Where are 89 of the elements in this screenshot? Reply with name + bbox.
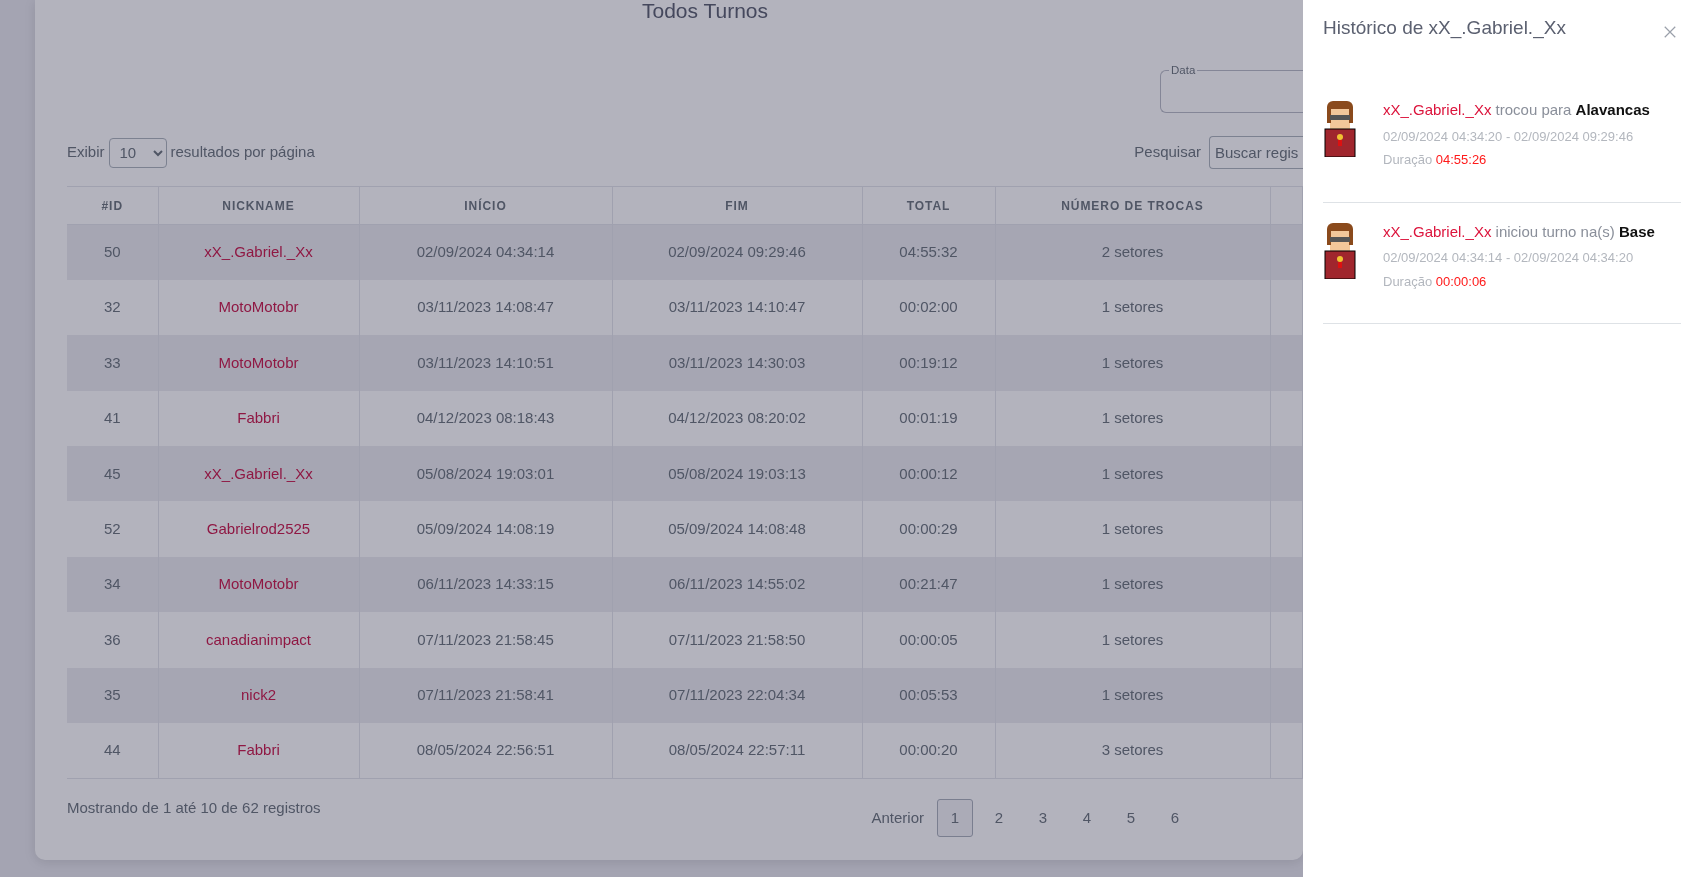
table-cell: 1 setores bbox=[1101, 409, 1164, 427]
nickname-link[interactable]: Fabbri bbox=[237, 741, 280, 759]
nickname-link[interactable]: xX_.Gabriel._Xx bbox=[204, 464, 313, 482]
table-cell: 03/11/2023 14:10:47 bbox=[668, 298, 806, 316]
nickname-link[interactable]: MotoMotobr bbox=[218, 575, 299, 593]
table-cell: 33 bbox=[103, 353, 121, 371]
table-cell: 07/11/2023 21:58:50 bbox=[668, 630, 806, 648]
table-cell: 05/08/2024 19:03:13 bbox=[668, 464, 806, 482]
period-text: 02/09/2024 04:34:20 - 02/09/2024 09:29:46 bbox=[1383, 127, 1635, 146]
table-cell: 44 bbox=[103, 741, 121, 759]
records-info: Mostrando de 1 até 10 de 62 registros bbox=[67, 797, 321, 818]
per-page-label: resultados por página bbox=[170, 142, 315, 163]
table-cell: 08/05/2024 22:56:51 bbox=[416, 741, 555, 759]
column-header[interactable]: FIM bbox=[612, 186, 862, 225]
pagination-link[interactable]: 5 bbox=[1113, 798, 1149, 837]
table-cell: 05/08/2024 19:03:01 bbox=[416, 464, 555, 482]
search-field[interactable]: Buscar regis bbox=[1209, 136, 1303, 169]
duration-text: Duração 00:00:06 bbox=[1383, 272, 1488, 291]
nickname-link[interactable]: Fabbri bbox=[237, 409, 280, 427]
table-cell: 00:00:29 bbox=[899, 519, 958, 537]
show-label: Exibir bbox=[67, 142, 105, 163]
table-cell: 06/11/2023 14:33:15 bbox=[417, 575, 554, 593]
table-cell: 04/12/2023 08:18:43 bbox=[416, 409, 555, 427]
table-cell: 03/11/2023 14:08:47 bbox=[417, 298, 554, 316]
avatar-drawing bbox=[1323, 220, 1357, 279]
nickname-link[interactable]: xX_.Gabriel._Xx bbox=[204, 243, 313, 261]
table-cell: 52 bbox=[103, 519, 121, 537]
pagination-link[interactable]: Anterior bbox=[866, 798, 929, 837]
table-cell: 00:00:05 bbox=[899, 630, 958, 648]
duration-text: Duração 04:55:26 bbox=[1383, 151, 1488, 169]
table-cell: 00:02:00 bbox=[899, 298, 958, 316]
table-cell: 03/11/2023 14:30:03 bbox=[668, 353, 806, 371]
search-label: Pesquisar bbox=[1134, 142, 1201, 163]
page-size-select[interactable]: 10 bbox=[108, 137, 167, 168]
panel-title: Histórico de xX_.Gabriel._Xx bbox=[1323, 18, 1566, 37]
table-cell: 07/11/2023 21:58:41 bbox=[417, 686, 554, 704]
column-header[interactable]: #ID bbox=[67, 186, 158, 225]
table-cell: 1 setores bbox=[1101, 686, 1164, 704]
history-entry-text: xX_.Gabriel._Xx iniciou turno na(s) Base bbox=[1383, 221, 1655, 242]
nickname-link[interactable]: MotoMotobr bbox=[218, 298, 299, 316]
table-cell: 3 setores bbox=[1101, 741, 1164, 759]
nickname-link[interactable]: Gabrielrod2525 bbox=[206, 519, 311, 537]
pagination-link[interactable]: 6 bbox=[1157, 798, 1193, 837]
table-cell: 00:00:12 bbox=[899, 464, 958, 482]
pagination-link[interactable]: 4 bbox=[1069, 798, 1105, 837]
table-cell: 1 setores bbox=[1101, 575, 1164, 593]
history-entry-text: xX_.Gabriel._Xx trocou para Alavancas bbox=[1383, 100, 1650, 120]
table-cell: 35 bbox=[103, 686, 121, 704]
table-cell: 08/05/2024 22:57:11 bbox=[668, 741, 806, 759]
table-cell: 1 setores bbox=[1101, 298, 1164, 316]
table-cell: 07/11/2023 21:58:45 bbox=[417, 630, 554, 648]
table-cell: 06/11/2023 14:55:02 bbox=[668, 575, 806, 593]
table-cell: 1 setores bbox=[1101, 630, 1164, 648]
table-cell: 45 bbox=[103, 464, 121, 482]
table-cell: 1 setores bbox=[1101, 519, 1164, 537]
table-cell: 41 bbox=[103, 409, 121, 427]
table-cell: 1 setores bbox=[1101, 353, 1164, 371]
column-header[interactable]: TOTAL bbox=[862, 186, 995, 225]
page-title: Todos Turnos bbox=[640, 0, 770, 21]
table-cell: 00:05:53 bbox=[899, 686, 958, 704]
table-cell: 34 bbox=[103, 575, 121, 593]
table-cell: 05/09/2024 14:08:19 bbox=[416, 519, 555, 537]
column-header[interactable]: NÚMERO DE TROCAS bbox=[995, 186, 1270, 225]
nickname-link[interactable]: nick2 bbox=[241, 686, 276, 704]
table-cell: 36 bbox=[103, 630, 121, 648]
nickname-link[interactable]: MotoMotobr bbox=[218, 353, 299, 371]
table-cell: 02/09/2024 09:29:46 bbox=[668, 243, 806, 261]
nickname-link[interactable]: canadianimpact bbox=[205, 630, 312, 648]
pagination-link[interactable]: 2 bbox=[981, 798, 1017, 837]
table-cell: 03/11/2023 14:10:51 bbox=[417, 353, 554, 371]
pagination-link[interactable]: 1 bbox=[937, 798, 973, 837]
table-cell: 32 bbox=[103, 298, 121, 316]
table-cell: 00:00:20 bbox=[899, 741, 958, 759]
pagination-link[interactable]: 3 bbox=[1025, 798, 1061, 837]
table-cell: 1 setores bbox=[1101, 464, 1164, 482]
table-cell: 07/11/2023 22:04:34 bbox=[668, 686, 806, 704]
table-cell: 50 bbox=[103, 243, 121, 261]
table-cell: 04:55:32 bbox=[899, 243, 958, 261]
column-header[interactable]: INÍCIO bbox=[359, 186, 612, 225]
table-cell: 00:21:47 bbox=[899, 575, 958, 593]
column-header[interactable]: NICKNAME bbox=[158, 186, 359, 225]
table-cell: 2 setores bbox=[1101, 243, 1164, 261]
table-cell: 05/09/2024 14:08:48 bbox=[668, 519, 806, 537]
table-cell: 02/09/2024 04:34:14 bbox=[416, 243, 555, 261]
table-cell: 00:19:12 bbox=[899, 353, 958, 371]
period-text: 02/09/2024 04:34:14 - 02/09/2024 04:34:20 bbox=[1383, 249, 1635, 267]
avatar-drawing bbox=[1323, 99, 1357, 157]
table-cell: 04/12/2023 08:20:02 bbox=[668, 409, 806, 427]
table-cell: 00:01:19 bbox=[899, 409, 958, 427]
